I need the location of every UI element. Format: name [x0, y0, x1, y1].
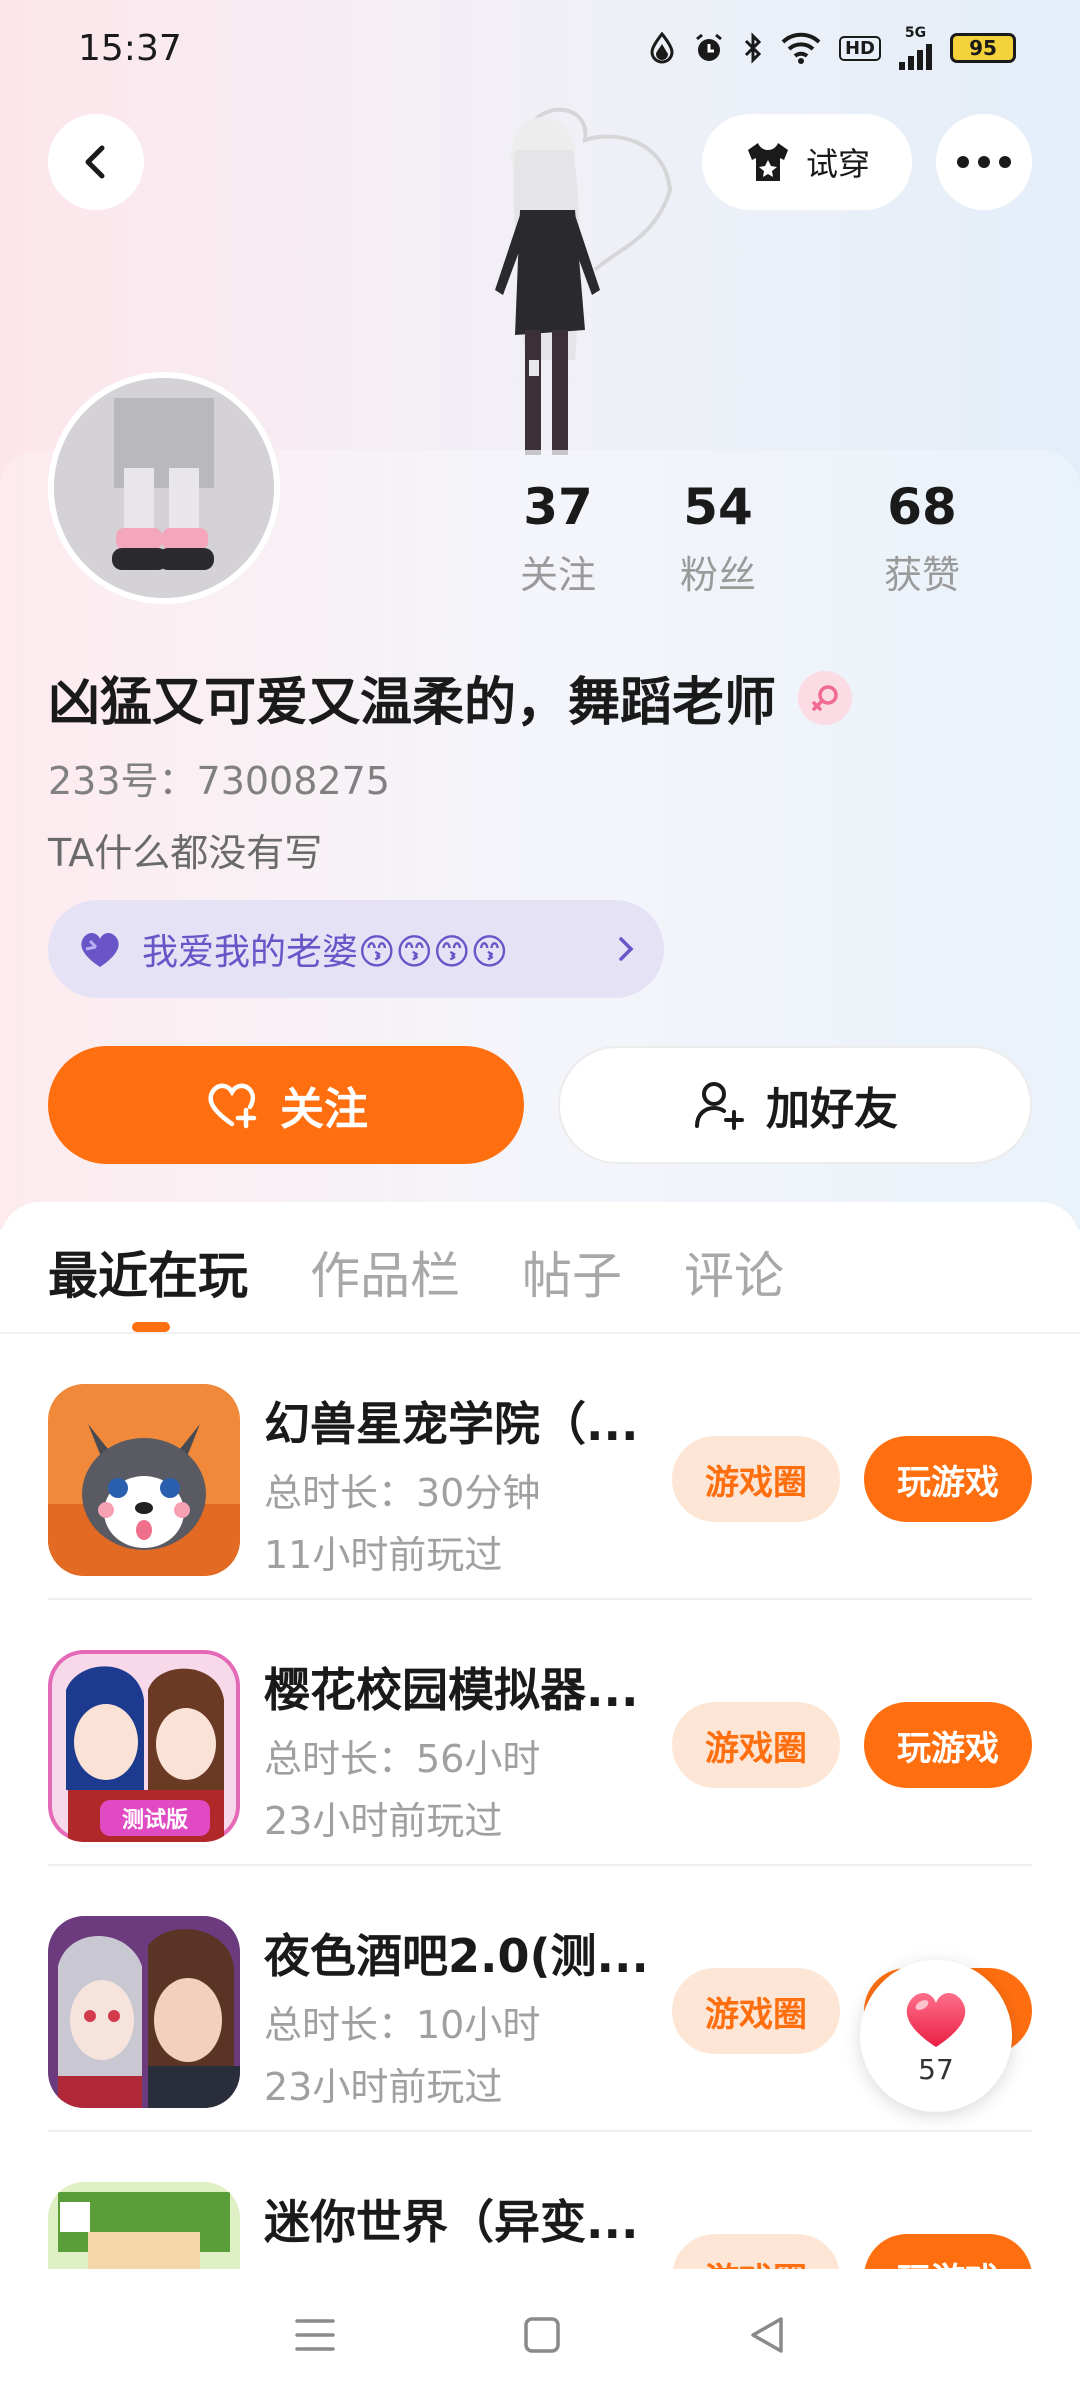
game-circle-button[interactable]: 游戏圈	[672, 2234, 840, 2269]
back-button[interactable]	[48, 114, 144, 210]
tab-recently-played[interactable]: 最近在玩	[48, 1236, 248, 1308]
game-duration: 总时长：30分钟	[264, 1471, 541, 1515]
follow-label: 关注	[280, 1084, 368, 1135]
tshirt-icon	[747, 143, 788, 181]
relationship-tag-text: 我爱我的老婆😙😙😙😙	[142, 932, 509, 973]
battery-icon: 95	[950, 33, 1016, 63]
game-title: 夜色酒吧2.0(测...	[264, 1929, 644, 1983]
play-game-button[interactable]: 玩游戏	[864, 1436, 1032, 1522]
game-icon	[48, 2182, 240, 2269]
test-version-badge: 测试版	[122, 1808, 188, 1833]
add-person-icon	[695, 1082, 744, 1130]
stat-following[interactable]: 37 关注	[500, 478, 616, 599]
game-icon: 测试版	[48, 1650, 240, 1842]
list-item[interactable]: 幻兽星宠学院（... 总时长：30分钟 11小时前玩过 游戏圈 玩游戏	[0, 1334, 1080, 1600]
stat-followers[interactable]: 54 粉丝	[616, 478, 820, 599]
tab-active-indicator	[132, 1322, 170, 1332]
heart-plus-icon	[208, 1083, 257, 1129]
like-floating-button[interactable]: 57	[860, 1960, 1012, 2112]
game-last-played: 23小时前玩过	[264, 1799, 503, 1843]
system-navigation-bar	[0, 2270, 1080, 2400]
back-arrow-icon	[85, 145, 105, 179]
home-square-icon[interactable]	[522, 2315, 562, 2355]
relationship-tag[interactable]: 我爱我的老婆😙😙😙😙	[48, 900, 664, 998]
game-list: 幻兽星宠学院（... 总时长：30分钟 11小时前玩过 游戏圈 玩游戏 测试版 …	[0, 1334, 1080, 2269]
status-time: 15:37	[78, 27, 182, 69]
menu-icon[interactable]	[293, 2315, 337, 2355]
list-item[interactable]: 测试版 樱花校园模拟器... 总时长：56小时 23小时前玩过 游戏圈 玩游戏	[0, 1600, 1080, 1866]
alarm-icon	[696, 33, 722, 61]
user-id: 233号：73008275	[48, 759, 390, 803]
try-on-button[interactable]: 试穿	[702, 114, 912, 210]
like-count: 57	[918, 2052, 954, 2086]
game-circle-button[interactable]: 游戏圈	[672, 1702, 840, 1788]
signal-icon: 5G	[899, 26, 932, 70]
stat-value: 54	[683, 478, 753, 536]
list-item[interactable]: 迷你世界（异变... 游戏圈 玩游戏	[0, 2132, 1080, 2269]
follow-button[interactable]: 关注	[48, 1046, 524, 1164]
profile-stats: 37 关注 54 粉丝 68 获赞	[500, 478, 1040, 599]
profile-tabs: 最近在玩 作品栏 帖子 评论	[48, 1236, 784, 1308]
more-dots-icon	[957, 156, 1011, 168]
heart-icon	[906, 1992, 966, 2047]
data-saver-icon	[650, 32, 674, 64]
hd-icon: HD	[838, 35, 881, 61]
avatar-image	[54, 378, 274, 598]
nickname-row: 凶猛又可爱又温柔的，舞蹈老师	[48, 660, 853, 735]
try-on-label: 试穿	[805, 145, 870, 183]
bluetooth-icon	[744, 32, 762, 64]
stat-value: 68	[887, 478, 957, 536]
purple-heart-icon	[81, 932, 119, 967]
back-triangle-icon[interactable]	[747, 2315, 787, 2355]
wifi-icon	[781, 32, 821, 64]
tab-works[interactable]: 作品栏	[310, 1236, 460, 1308]
play-game-button[interactable]: 玩游戏	[864, 2234, 1032, 2269]
stat-label: 粉丝	[679, 553, 756, 597]
status-bar: 15:37 HD 5G 95	[0, 0, 1080, 96]
stat-label: 关注	[519, 553, 596, 597]
status-icons: HD 5G 95	[649, 26, 1016, 70]
game-last-played: 11小时前玩过	[264, 1533, 503, 1577]
game-icon	[48, 1916, 240, 2108]
stat-likes[interactable]: 68 获赞	[820, 478, 1024, 599]
add-friend-label: 加好友	[766, 1084, 898, 1135]
avatar[interactable]	[48, 372, 280, 604]
play-game-button[interactable]: 玩游戏	[864, 1702, 1032, 1788]
game-title: 迷你世界（异变...	[264, 2195, 639, 2249]
nickname: 凶猛又可爱又温柔的，舞蹈老师	[48, 673, 777, 733]
avatar-character-figure[interactable]	[415, 100, 675, 455]
user-bio: TA什么都没有写	[48, 831, 323, 875]
add-friend-button[interactable]: 加好友	[558, 1046, 1032, 1164]
game-last-played: 23小时前玩过	[264, 2065, 503, 2109]
stat-value: 37	[523, 478, 593, 536]
more-options-button[interactable]	[936, 114, 1032, 210]
tab-comments[interactable]: 评论	[684, 1236, 784, 1308]
game-title: 幻兽星宠学院（...	[264, 1397, 639, 1451]
tab-posts[interactable]: 帖子	[522, 1236, 622, 1308]
female-gender-icon	[798, 670, 853, 725]
stat-label: 获赞	[883, 553, 960, 597]
game-circle-button[interactable]: 游戏圈	[672, 1968, 840, 2054]
game-duration: 总时长：10小时	[264, 2003, 541, 2047]
game-icon	[48, 1384, 240, 1576]
game-circle-button[interactable]: 游戏圈	[672, 1436, 840, 1522]
game-title: 樱花校园模拟器...	[264, 1663, 639, 1717]
chevron-right-icon	[619, 937, 634, 961]
game-duration: 总时长：56小时	[264, 1737, 541, 1781]
